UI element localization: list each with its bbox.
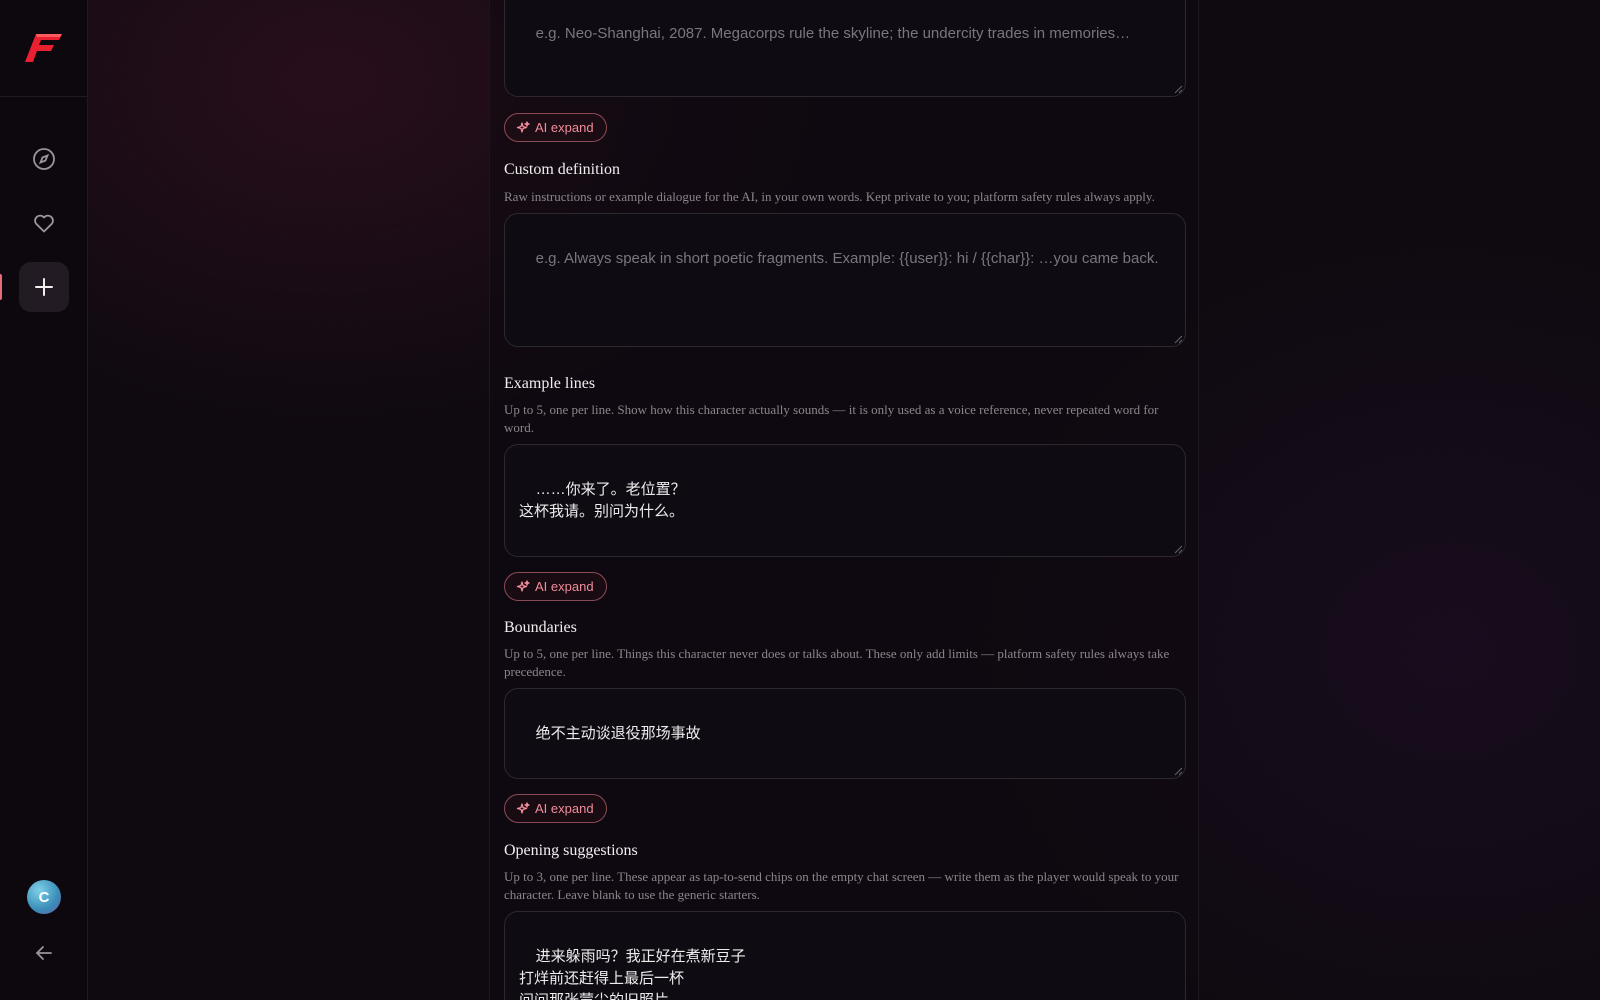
boundaries-label: Boundaries bbox=[504, 619, 577, 636]
character-form: e.g. Neo-Shanghai, 2087. Megacorps rule … bbox=[489, 0, 1199, 1000]
opening-suggestions-textarea[interactable]: 进来躲雨吗？我正好在煮新豆子 打烊前还赶得上最后一杯 问问那张蒙尘的旧照片 bbox=[504, 911, 1186, 1000]
back-button[interactable] bbox=[19, 928, 69, 978]
world-setting-textarea[interactable]: e.g. Neo-Shanghai, 2087. Megacorps rule … bbox=[504, 0, 1186, 97]
boundaries-textarea[interactable]: 绝不主动谈退役那场事故 bbox=[504, 688, 1186, 779]
ai-expand-button[interactable]: AI expand bbox=[504, 113, 607, 142]
custom-definition-help: Raw instructions or example dialogue for… bbox=[504, 189, 1155, 204]
avatar[interactable]: C bbox=[27, 880, 61, 914]
logo[interactable] bbox=[0, 0, 88, 97]
sparkle-icon bbox=[516, 801, 530, 814]
world-setting-placeholder: e.g. Neo-Shanghai, 2087. Megacorps rule … bbox=[535, 25, 1131, 42]
ai-expand-label: AI expand bbox=[535, 801, 594, 816]
nav-create[interactable] bbox=[19, 262, 69, 312]
resize-handle-icon[interactable] bbox=[1174, 335, 1183, 344]
example-lines-value: ……你来了。老位置？ 这杯我请。别问为什么。 bbox=[519, 481, 686, 520]
example-lines-textarea[interactable]: ……你来了。老位置？ 这杯我请。别问为什么。 bbox=[504, 444, 1186, 557]
custom-definition-placeholder: e.g. Always speak in short poetic fragme… bbox=[535, 250, 1159, 267]
compass-icon bbox=[33, 148, 55, 170]
arrow-left-icon bbox=[36, 946, 52, 960]
nav-favorites[interactable] bbox=[19, 198, 69, 248]
sparkle-icon bbox=[516, 120, 530, 133]
opening-suggestions-help: Up to 3, one per line. These appear as t… bbox=[504, 869, 1179, 902]
custom-definition-label: Custom definition bbox=[504, 161, 620, 178]
ai-expand-button[interactable]: AI expand bbox=[504, 572, 607, 601]
resize-handle-icon[interactable] bbox=[1174, 767, 1183, 776]
example-lines-label: Example lines bbox=[504, 375, 596, 392]
nav-explore[interactable] bbox=[19, 134, 69, 184]
opening-suggestions-value: 进来躲雨吗？我正好在煮新豆子 打烊前还赶得上最后一杯 问问那张蒙尘的旧照片 bbox=[519, 948, 746, 1000]
avatar-initial: C bbox=[38, 888, 50, 906]
boundaries-value: 绝不主动谈退役那场事故 bbox=[535, 725, 701, 742]
example-lines-help: Up to 5, one per line. Show how this cha… bbox=[504, 402, 1159, 435]
boundaries-help: Up to 5, one per line. Things this chara… bbox=[504, 646, 1170, 679]
logo-icon bbox=[25, 34, 62, 62]
ai-expand-label: AI expand bbox=[535, 579, 594, 594]
plus-icon bbox=[35, 278, 53, 296]
opening-suggestions-label: Opening suggestions bbox=[504, 842, 638, 859]
ai-expand-label: AI expand bbox=[535, 120, 594, 135]
resize-handle-icon[interactable] bbox=[1174, 85, 1183, 94]
ai-expand-button[interactable]: AI expand bbox=[504, 794, 607, 823]
resize-handle-icon[interactable] bbox=[1174, 545, 1183, 554]
sidebar: C bbox=[0, 0, 88, 1000]
custom-definition-textarea[interactable]: e.g. Always speak in short poetic fragme… bbox=[504, 213, 1186, 347]
sparkle-icon bbox=[516, 579, 530, 592]
heart-icon bbox=[34, 214, 54, 233]
active-indicator bbox=[0, 274, 2, 300]
